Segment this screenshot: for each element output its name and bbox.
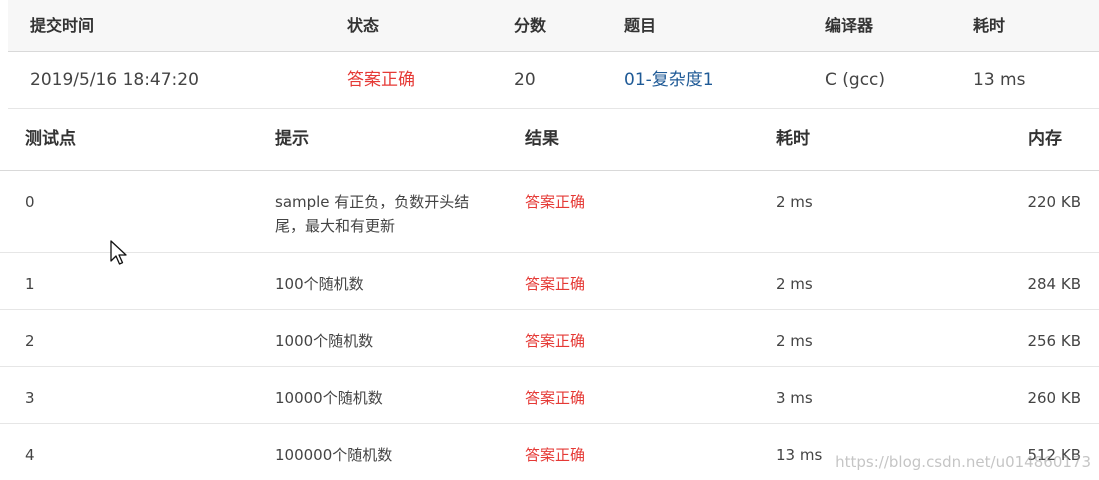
case-number: 0 — [25, 193, 35, 211]
compiler-value: C (gcc) — [825, 70, 886, 90]
header-time: 耗时 — [776, 129, 810, 149]
mouse-pointer-icon — [110, 240, 127, 265]
header-duration: 耗时 — [973, 16, 1006, 35]
case-hint: sample 有正负，负数开头结尾，最大和有更新 — [275, 193, 470, 235]
case-hint: 100000个随机数 — [275, 446, 393, 464]
case-memory: 220 KB — [1027, 193, 1081, 211]
header-result: 结果 — [525, 129, 559, 149]
case-number: 4 — [25, 446, 35, 464]
case-time: 2 ms — [776, 332, 813, 350]
problem-link[interactable]: 01-复杂度1 — [624, 52, 714, 108]
case-result: 答案正确 — [525, 332, 586, 350]
case-hint: 100个随机数 — [275, 275, 364, 293]
test-case-table: 测试点 提示 结果 耗时 内存 0 sample 有正负，负数开头结尾，最大和有… — [0, 108, 1099, 480]
case-time: 13 ms — [776, 446, 823, 464]
header-compiler: 编译器 — [825, 16, 874, 35]
submission-summary-table: 提交时间 状态 分数 题目 编译器 耗时 2019/5/16 18:47:20 … — [8, 0, 1099, 109]
case-result: 答案正确 — [525, 446, 586, 464]
duration-value: 13 ms — [973, 70, 1026, 90]
header-submit-time: 提交时间 — [30, 16, 95, 35]
table-row: 3 10000个随机数 答案正确 3 ms 260 KB — [0, 367, 1099, 424]
summary-data-row: 2019/5/16 18:47:20 答案正确 20 01-复杂度1 C (gc… — [8, 52, 1099, 109]
case-time: 2 ms — [776, 275, 813, 293]
case-memory: 256 KB — [1027, 332, 1081, 350]
header-score: 分数 — [514, 16, 547, 35]
case-result: 答案正确 — [525, 275, 586, 293]
status-value: 答案正确 — [347, 70, 415, 90]
watermark-text: https://blog.csdn.net/u014860173 — [835, 453, 1091, 471]
case-result: 答案正确 — [525, 389, 586, 407]
case-hint: 10000个随机数 — [275, 389, 383, 407]
case-memory: 284 KB — [1027, 275, 1081, 293]
details-header-row: 测试点 提示 结果 耗时 内存 — [0, 108, 1099, 171]
table-row: 4 100000个随机数 答案正确 13 ms 512 KB — [0, 424, 1099, 480]
score-value: 20 — [514, 70, 536, 90]
header-memory: 内存 — [1028, 129, 1062, 149]
submit-time-value: 2019/5/16 18:47:20 — [30, 70, 199, 90]
table-row: 0 sample 有正负，负数开头结尾，最大和有更新 答案正确 2 ms 220… — [0, 171, 1099, 253]
case-number: 3 — [25, 389, 35, 407]
summary-header-row: 提交时间 状态 分数 题目 编译器 耗时 — [8, 0, 1099, 52]
case-number: 2 — [25, 332, 35, 350]
header-problem: 题目 — [624, 16, 657, 35]
table-row: 1 100个随机数 答案正确 2 ms 284 KB — [0, 253, 1099, 310]
case-result: 答案正确 — [525, 193, 586, 211]
header-status: 状态 — [347, 16, 380, 35]
case-hint: 1000个随机数 — [275, 332, 374, 350]
case-time: 2 ms — [776, 193, 813, 211]
case-time: 3 ms — [776, 389, 813, 407]
header-test-case: 测试点 — [25, 129, 76, 149]
header-hint: 提示 — [275, 129, 309, 149]
table-row: 2 1000个随机数 答案正确 2 ms 256 KB — [0, 310, 1099, 367]
case-number: 1 — [25, 275, 35, 293]
case-memory: 260 KB — [1027, 389, 1081, 407]
